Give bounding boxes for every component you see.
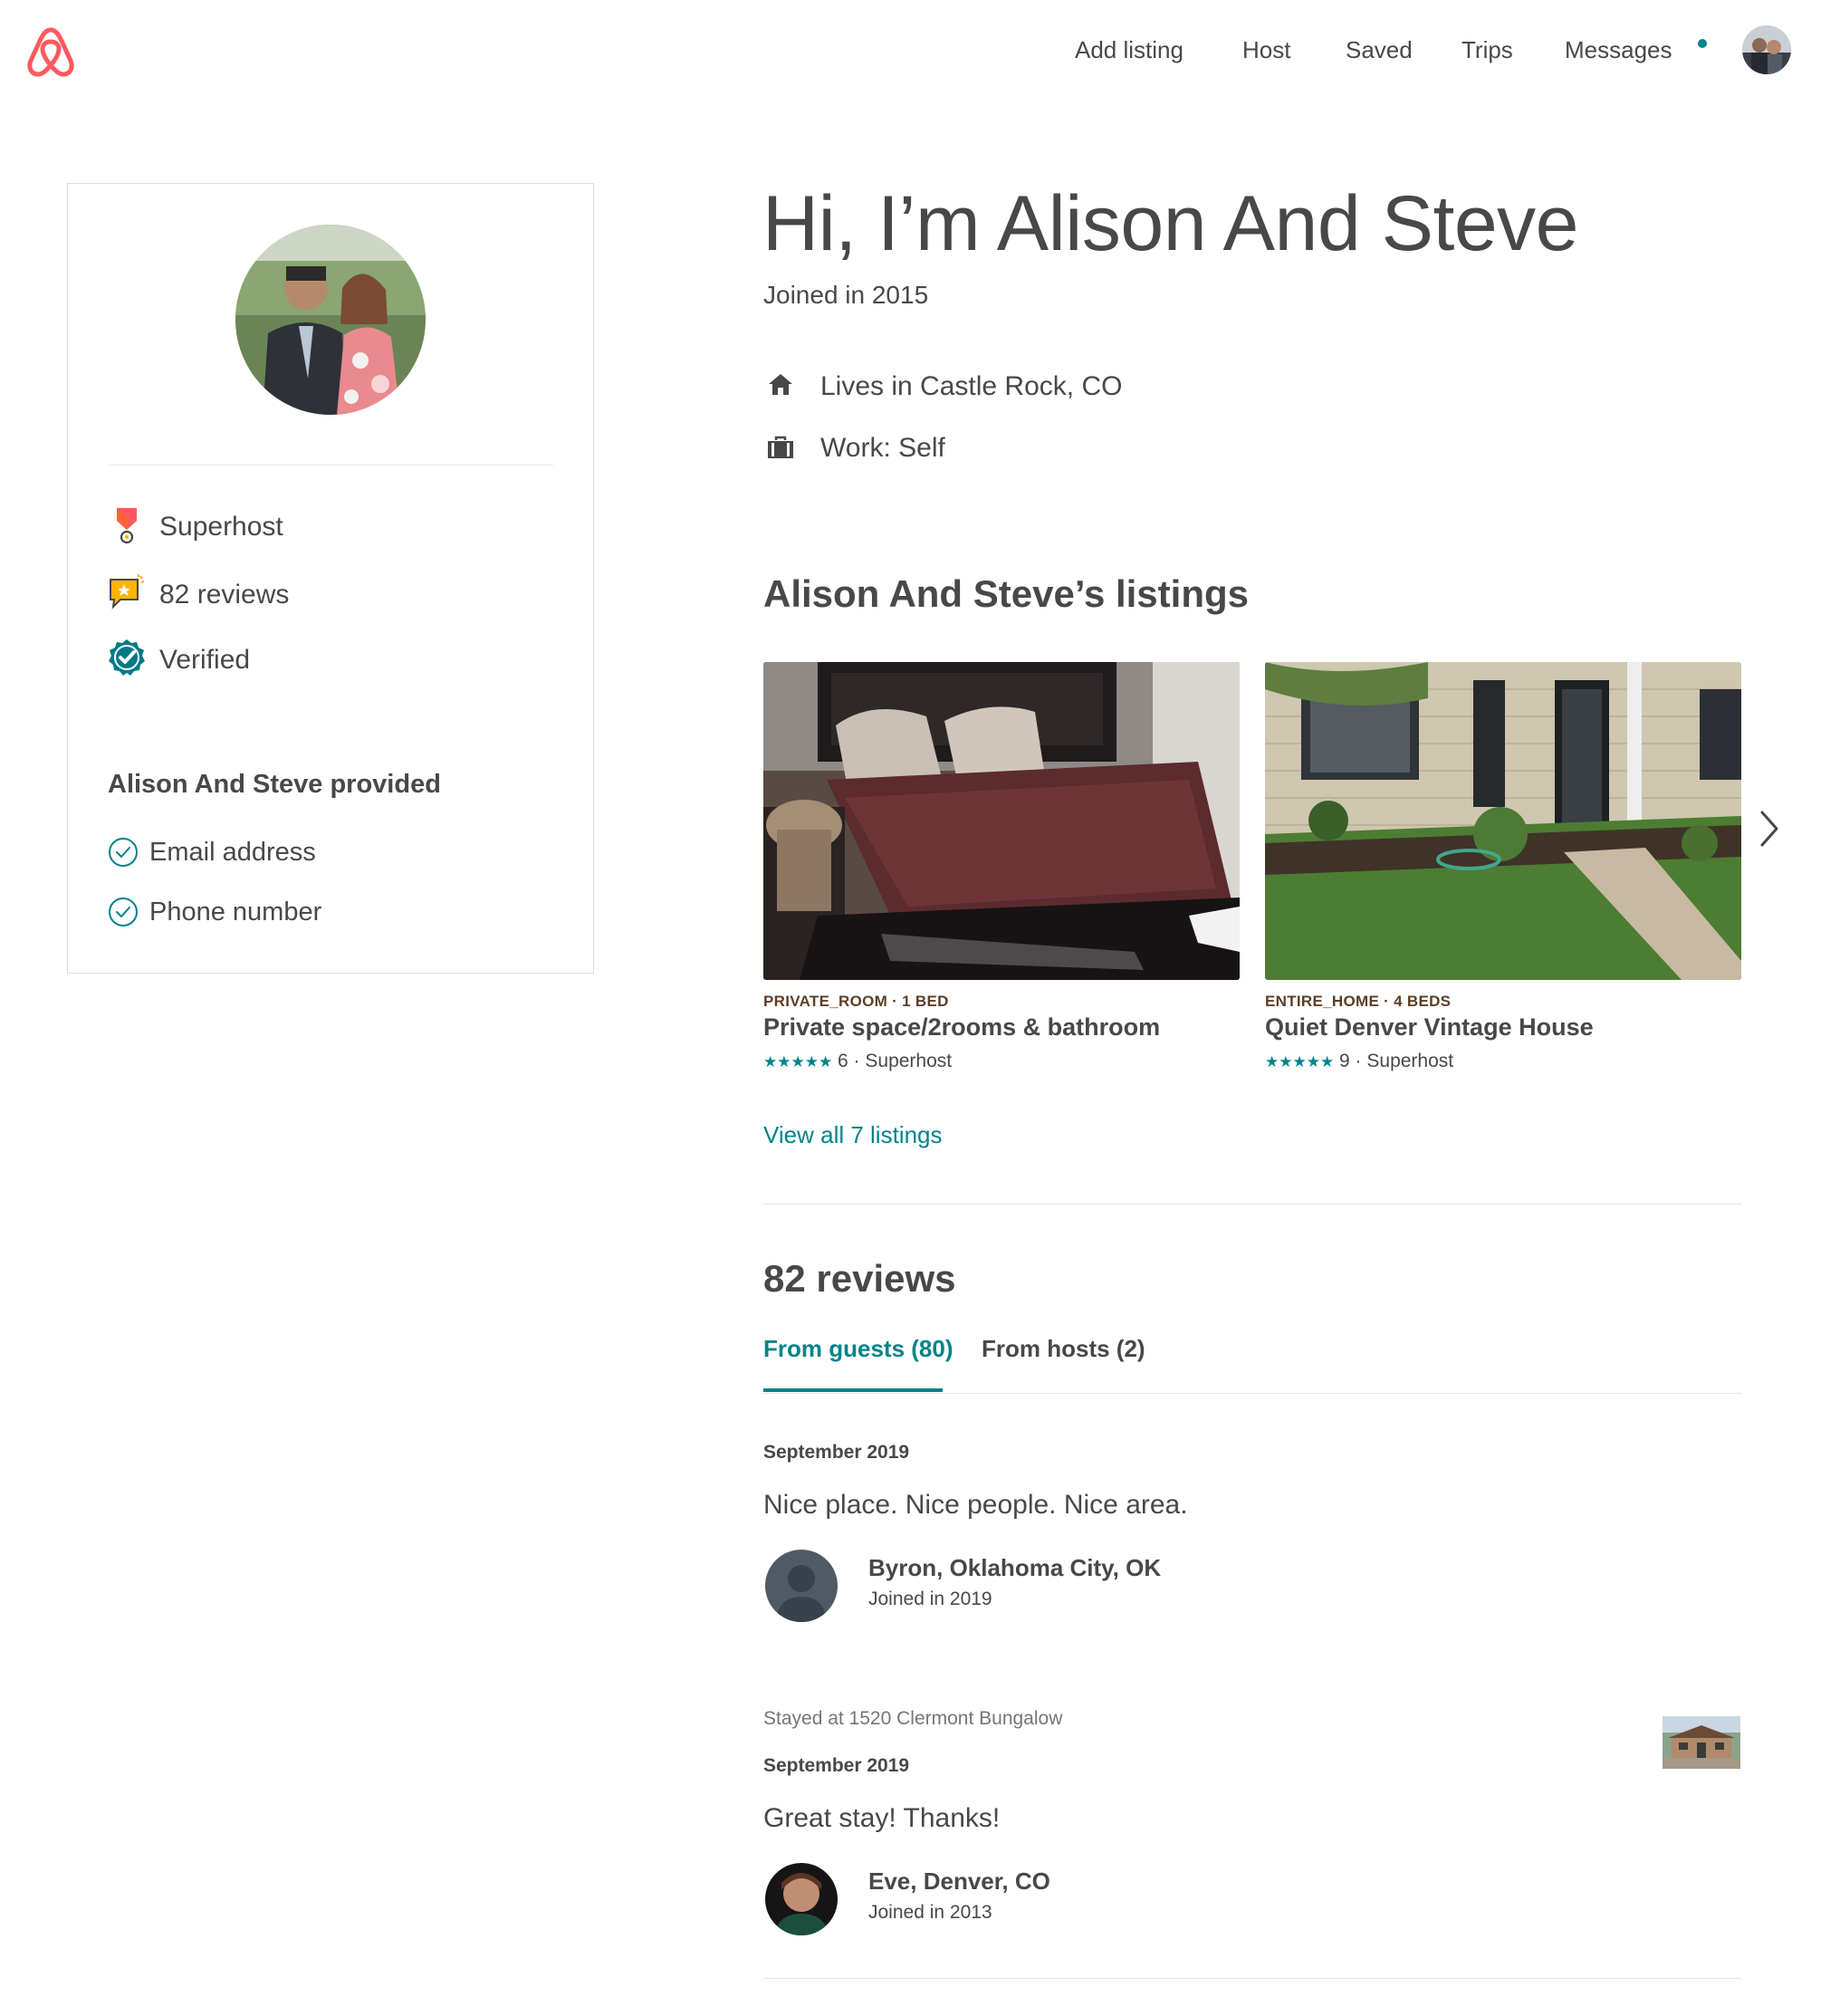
- reviewer-name[interactable]: Byron, Oklahoma City, OK: [868, 1554, 1161, 1582]
- briefcase-icon: [767, 435, 794, 460]
- listing-meta-text: 9 · Superhost: [1334, 1051, 1454, 1071]
- stay-listing-thumbnail[interactable]: [1663, 1716, 1740, 1769]
- listing-rating: ★★★★★ 9 · Superhost: [1265, 1051, 1453, 1072]
- tab-from-hosts[interactable]: From hosts (2): [982, 1335, 1145, 1363]
- phone-check-icon: [108, 897, 139, 927]
- nav-host[interactable]: Host: [1242, 36, 1290, 64]
- reviewer-name[interactable]: Eve, Denver, CO: [868, 1867, 1050, 1896]
- listing-title[interactable]: Private space/2rooms & bathroom: [763, 1013, 1160, 1042]
- listing-kicker: PRIVATE_ROOM · 1 BED: [763, 993, 949, 1010]
- airbnb-logo-icon[interactable]: [25, 24, 76, 79]
- active-tab-indicator: [763, 1388, 943, 1392]
- tab-from-guests[interactable]: From guests (80): [763, 1335, 954, 1363]
- superhost-label: Superhost: [159, 512, 283, 542]
- listings-heading: Alison And Steve’s listings: [763, 572, 1249, 615]
- joined-date: Joined in 2015: [763, 281, 929, 309]
- listing-meta-text: 6 · Superhost: [832, 1051, 953, 1071]
- view-all-listings-link[interactable]: View all 7 listings: [763, 1121, 943, 1149]
- reviews-heading: 82 reviews: [763, 1257, 956, 1300]
- reviewer-avatar-placeholder[interactable]: [765, 1550, 838, 1622]
- review-text: Great stay! Thanks!: [763, 1803, 1001, 1833]
- review-date: September 2019: [763, 1442, 910, 1463]
- reviewer-joined: Joined in 2019: [868, 1589, 992, 1609]
- reviewer-avatar[interactable]: [765, 1863, 838, 1935]
- nav-trips[interactable]: Trips: [1461, 36, 1513, 64]
- listing-kicker: ENTIRE_HOME · 4 BEDS: [1265, 993, 1452, 1010]
- listing-photo-house[interactable]: [1265, 662, 1741, 980]
- home-icon: [767, 371, 794, 397]
- listing-title[interactable]: Quiet Denver Vintage House: [1265, 1013, 1594, 1042]
- email-check-icon: [108, 837, 139, 868]
- tabs-baseline: [763, 1393, 1741, 1394]
- reviews-count-label: 82 reviews: [159, 580, 290, 610]
- review-date: September 2019: [763, 1755, 910, 1776]
- nav-add-listing[interactable]: Add listing: [1075, 36, 1184, 64]
- provided-title: Alison And Steve provided: [108, 770, 441, 799]
- lives-in-label: Lives in Castle Rock, CO: [820, 371, 1123, 401]
- verified-badge-icon: [108, 638, 146, 677]
- star-rating-icon: ★★★★★: [1265, 1053, 1335, 1070]
- nav-messages[interactable]: Messages: [1565, 36, 1672, 64]
- work-label: Work: Self: [820, 433, 945, 463]
- reviewer-joined: Joined in 2013: [868, 1902, 992, 1923]
- section-divider: [763, 1978, 1741, 1979]
- chevron-right-icon[interactable]: [1757, 809, 1782, 849]
- unread-indicator: [1698, 39, 1707, 48]
- profile-photo: [235, 225, 426, 415]
- verified-label: Verified: [159, 645, 251, 675]
- card-divider: [108, 465, 553, 466]
- page-title: Hi, I’m Alison And Steve: [762, 180, 1579, 267]
- star-rating-icon: ★★★★★: [763, 1053, 833, 1070]
- section-divider: [763, 1204, 1741, 1205]
- stayed-at[interactable]: Stayed at 1520 Clermont Bungalow: [763, 1708, 1062, 1730]
- review-text: Nice place. Nice people. Nice area.: [763, 1490, 1188, 1520]
- listing-photo-bedroom[interactable]: [763, 662, 1240, 980]
- user-avatar[interactable]: [1742, 25, 1791, 74]
- superhost-medal-icon: [108, 506, 146, 546]
- reviews-bubble-icon: [108, 574, 146, 614]
- listing-rating: ★★★★★ 6 · Superhost: [763, 1051, 952, 1072]
- phone-provided-label: Phone number: [149, 898, 322, 926]
- email-provided-label: Email address: [149, 838, 316, 867]
- nav-saved[interactable]: Saved: [1346, 36, 1413, 64]
